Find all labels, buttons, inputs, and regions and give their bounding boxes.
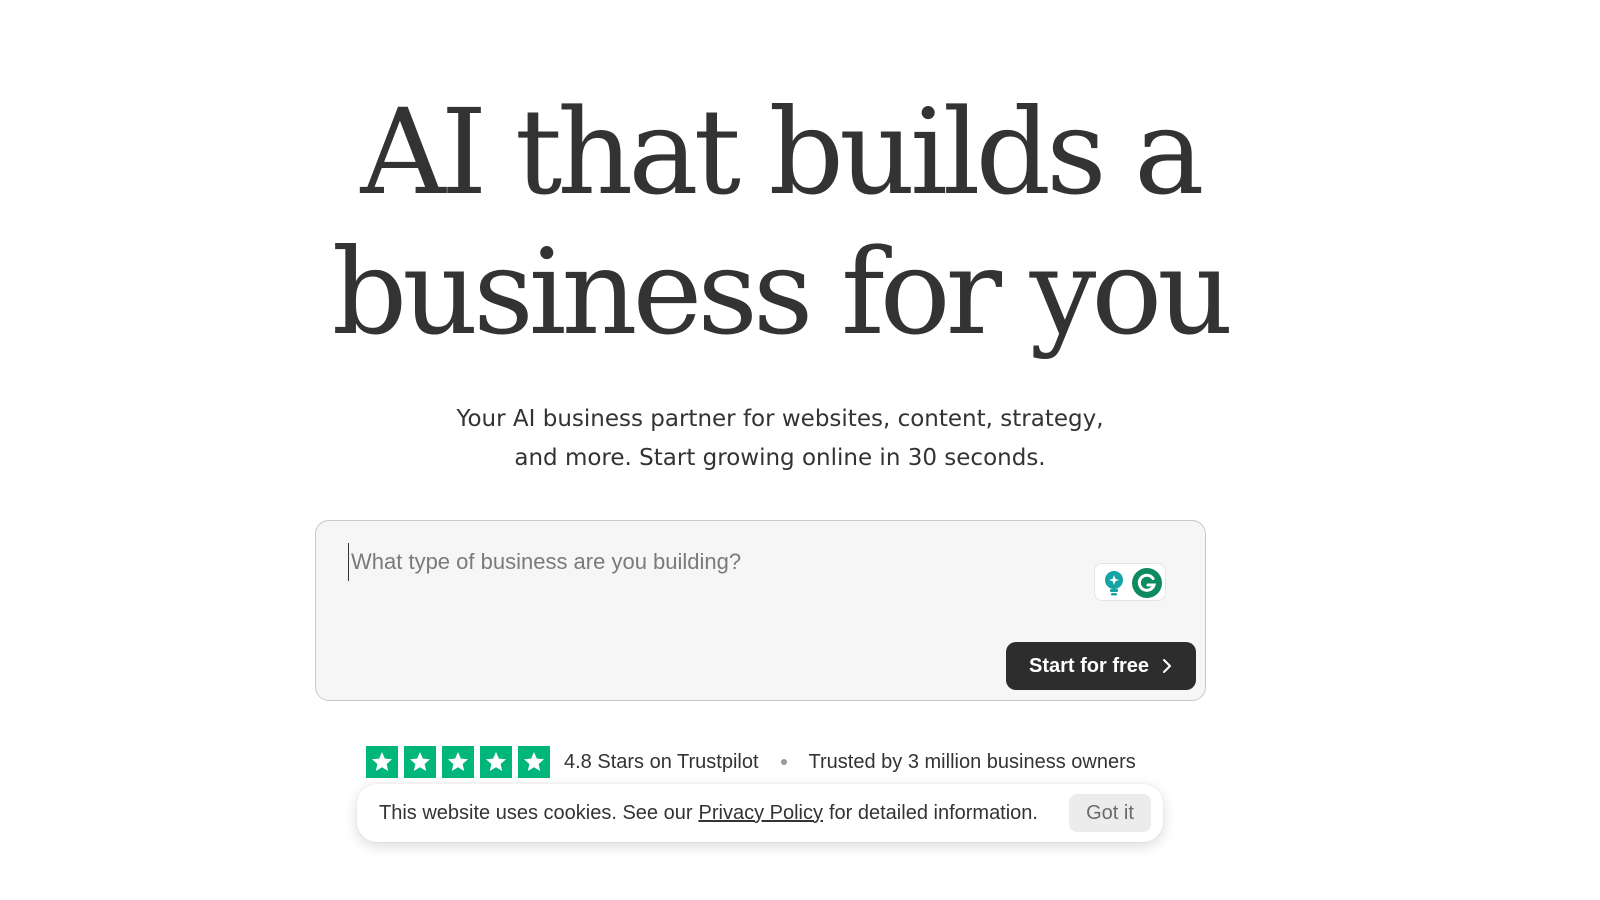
separator-dot: [780, 759, 787, 765]
business-type-input[interactable]: [348, 543, 1073, 581]
writing-assistant-widget[interactable]: [1094, 563, 1166, 601]
cookie-banner: This website uses cookies. See our Priva…: [357, 784, 1163, 842]
lightbulb-icon[interactable]: [1101, 569, 1127, 597]
hero-subtitle: Your AI business partner for websites, c…: [0, 400, 1560, 478]
star-icon: [480, 746, 512, 778]
chevron-right-icon: [1163, 659, 1172, 673]
trust-row: 4.8 Stars on Trustpilot Trusted by 3 mil…: [366, 745, 1136, 779]
trustpilot-stars: [366, 746, 550, 778]
headline-line-2: business for you: [331, 223, 1234, 361]
privacy-policy-link[interactable]: Privacy Policy: [699, 802, 823, 825]
grammarly-icon[interactable]: [1131, 567, 1163, 599]
start-for-free-button[interactable]: Start for free: [1006, 642, 1196, 690]
subtitle-line-1: Your AI business partner for websites, c…: [456, 406, 1104, 432]
star-icon: [404, 746, 436, 778]
cookie-text-before: This website uses cookies. See our: [379, 801, 693, 824]
landing-page: AI that builds a business for you Your A…: [0, 0, 1600, 900]
headline-line-1: AI that builds a: [360, 83, 1205, 221]
star-icon: [366, 746, 398, 778]
star-icon: [518, 746, 550, 778]
business-prompt-box: Start for free: [315, 520, 1206, 701]
subtitle-line-2: and more. Start growing online in 30 sec…: [514, 445, 1046, 471]
start-button-label: Start for free: [1028, 654, 1150, 677]
star-icon: [442, 746, 474, 778]
trusted-by-text: Trusted by 3 million business owners: [808, 750, 1136, 773]
got-it-button[interactable]: Got it: [1069, 794, 1151, 832]
hero-headline: AI that builds a business for you: [0, 82, 1560, 362]
trustpilot-rating: 4.8 Stars on Trustpilot: [564, 750, 759, 773]
cookie-text-after: for detailed information.: [828, 801, 1038, 824]
